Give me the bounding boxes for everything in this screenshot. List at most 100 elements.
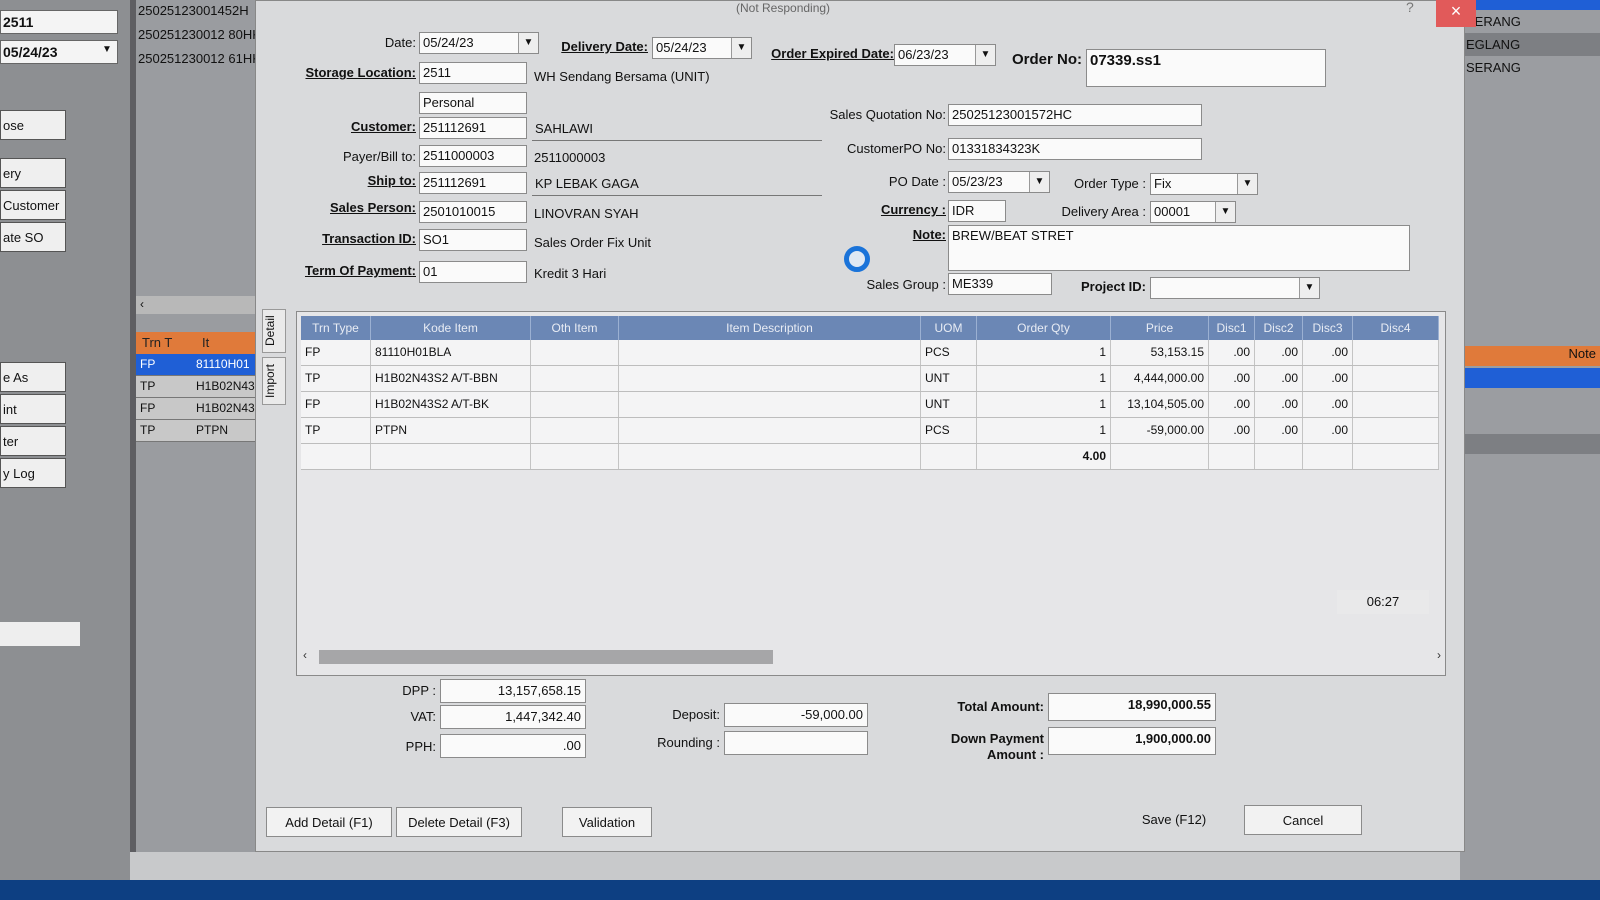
bg-customer-button[interactable]: Customer bbox=[0, 190, 66, 220]
bg-filter-button[interactable]: ter bbox=[0, 426, 66, 456]
chevron-down-icon[interactable]: ▼ bbox=[1215, 202, 1235, 222]
column-header[interactable]: Disc3 bbox=[1303, 316, 1353, 340]
cell[interactable]: .00 bbox=[1209, 366, 1255, 391]
sales-person-field[interactable]: 2501010015 bbox=[419, 201, 527, 223]
table-row[interactable]: TP PTPN bbox=[136, 420, 260, 442]
order-no-field[interactable]: 07339.ss1 bbox=[1086, 49, 1326, 87]
customer-field[interactable]: 251112691 bbox=[419, 117, 527, 139]
table-row[interactable]: TP H1B02N43 bbox=[136, 376, 260, 398]
table-row[interactable]: FP H1B02N43S2 A/T-BK UNT 1 13,104,505.00… bbox=[301, 392, 1439, 418]
cancel-button[interactable]: Cancel bbox=[1244, 805, 1362, 835]
chevron-down-icon[interactable]: ▼ bbox=[518, 33, 538, 53]
cell[interactable]: PTPN bbox=[371, 418, 531, 443]
cell[interactable] bbox=[1353, 418, 1439, 443]
cell[interactable] bbox=[619, 366, 921, 391]
table-row[interactable]: TP H1B02N43S2 A/T-BBN UNT 1 4,444,000.00… bbox=[301, 366, 1439, 392]
close-icon[interactable]: × bbox=[1436, 0, 1476, 27]
down-payment-field[interactable]: 1,900,000.00 bbox=[1048, 727, 1216, 755]
cell[interactable]: 1 bbox=[977, 366, 1111, 391]
bg-input-box[interactable] bbox=[0, 622, 80, 646]
cell[interactable]: H1B02N43S2 A/T-BBN bbox=[371, 366, 531, 391]
save-button[interactable]: Save (F12) bbox=[1114, 805, 1234, 835]
column-header[interactable]: Order Qty bbox=[977, 316, 1111, 340]
chevron-down-icon[interactable]: ▼ bbox=[731, 38, 751, 58]
validation-button[interactable]: Validation bbox=[562, 807, 652, 837]
cell[interactable]: .00 bbox=[1255, 392, 1303, 417]
bg-save-as-button[interactable]: e As bbox=[0, 362, 66, 392]
list-item[interactable]: EGLANG bbox=[1460, 33, 1600, 56]
list-item[interactable]: SERANG bbox=[1460, 10, 1600, 33]
column-header[interactable]: Item Description bbox=[619, 316, 921, 340]
cell[interactable]: .00 bbox=[1303, 340, 1353, 365]
tab-import[interactable]: Import bbox=[262, 357, 286, 405]
cell[interactable]: UNT bbox=[921, 392, 977, 417]
chevron-left-icon[interactable]: ‹ bbox=[136, 297, 144, 311]
bg-print-button[interactable]: int bbox=[0, 394, 66, 424]
cell[interactable]: 13,104,505.00 bbox=[1111, 392, 1209, 417]
delivery-area-select[interactable]: 00001 ▼ bbox=[1150, 201, 1236, 223]
chevron-down-icon[interactable]: ▼ bbox=[99, 44, 115, 60]
column-header[interactable]: Disc4 bbox=[1353, 316, 1439, 340]
cell[interactable]: .00 bbox=[1255, 418, 1303, 443]
payer-field[interactable]: 2511000003 bbox=[419, 145, 527, 167]
bg-storage-field[interactable]: 2511 bbox=[0, 10, 118, 34]
bg-selected-row[interactable] bbox=[1460, 368, 1600, 388]
cell[interactable]: TP bbox=[301, 366, 371, 391]
list-item[interactable]: 25025123001452H bbox=[136, 0, 260, 24]
cell[interactable]: TP bbox=[301, 418, 371, 443]
cell[interactable]: .00 bbox=[1303, 418, 1353, 443]
cell[interactable]: .00 bbox=[1303, 366, 1353, 391]
cell[interactable] bbox=[1353, 340, 1439, 365]
cell[interactable] bbox=[531, 340, 619, 365]
bg-query-button[interactable]: ery bbox=[0, 158, 66, 188]
cell[interactable] bbox=[619, 340, 921, 365]
cell[interactable]: .00 bbox=[1209, 392, 1255, 417]
cell[interactable]: PCS bbox=[921, 340, 977, 365]
customer-po-field[interactable]: 01331834323K bbox=[948, 138, 1202, 160]
cell[interactable]: 81110H01BLA bbox=[371, 340, 531, 365]
chevron-down-icon[interactable]: ▼ bbox=[1237, 174, 1257, 194]
cell[interactable]: H1B02N43S2 A/T-BK bbox=[371, 392, 531, 417]
cell[interactable] bbox=[531, 392, 619, 417]
cell[interactable]: .00 bbox=[1255, 340, 1303, 365]
column-header[interactable]: Disc2 bbox=[1255, 316, 1303, 340]
order-expired-field[interactable]: 06/23/23 ▼ bbox=[894, 44, 996, 66]
horizontal-scrollbar[interactable]: ‹ › bbox=[303, 648, 1441, 666]
chevron-down-icon[interactable]: ▼ bbox=[1299, 278, 1319, 298]
cell[interactable] bbox=[1353, 366, 1439, 391]
po-date-field[interactable]: 05/23/23 ▼ bbox=[948, 171, 1050, 193]
table-row[interactable]: FP H1B02N43 bbox=[136, 398, 260, 420]
currency-field[interactable]: IDR bbox=[948, 200, 1006, 222]
bg-row[interactable] bbox=[1460, 434, 1600, 454]
cell[interactable]: FP bbox=[301, 392, 371, 417]
cell[interactable]: .00 bbox=[1303, 392, 1353, 417]
cell[interactable]: 1 bbox=[977, 418, 1111, 443]
cell[interactable]: UNT bbox=[921, 366, 977, 391]
storage-field[interactable]: 2511 bbox=[419, 62, 527, 84]
cell[interactable] bbox=[619, 418, 921, 443]
cell[interactable]: .00 bbox=[1209, 340, 1255, 365]
cell[interactable] bbox=[619, 392, 921, 417]
chevron-down-icon[interactable]: ▼ bbox=[975, 45, 995, 65]
bg-date-field[interactable]: 05/24/23 ▼ bbox=[0, 40, 118, 64]
project-id-select[interactable]: ▼ bbox=[1150, 277, 1320, 299]
cell[interactable]: 53,153.15 bbox=[1111, 340, 1209, 365]
cell[interactable]: FP bbox=[301, 340, 371, 365]
delivery-date-field[interactable]: 05/24/23 ▼ bbox=[652, 37, 752, 59]
cell[interactable]: PCS bbox=[921, 418, 977, 443]
sales-quotation-field[interactable]: 25025123001572HC bbox=[948, 104, 1202, 126]
order-type-select[interactable]: Fix ▼ bbox=[1150, 173, 1258, 195]
rounding-field[interactable] bbox=[724, 731, 868, 755]
bg-create-so-button[interactable]: ate SO bbox=[0, 222, 66, 252]
column-header[interactable]: Disc1 bbox=[1209, 316, 1255, 340]
cell[interactable]: 1 bbox=[977, 340, 1111, 365]
help-icon[interactable]: ? bbox=[1406, 0, 1414, 15]
column-header[interactable]: UOM bbox=[921, 316, 977, 340]
list-item[interactable]: SERANG bbox=[1460, 56, 1600, 79]
column-header[interactable]: Oth Item bbox=[531, 316, 619, 340]
date-field[interactable]: 05/24/23 ▼ bbox=[419, 32, 539, 54]
list-item[interactable]: 250251230012 80HK bbox=[136, 24, 260, 48]
cell[interactable]: .00 bbox=[1209, 418, 1255, 443]
add-detail-button[interactable]: Add Detail (F1) bbox=[266, 807, 392, 837]
table-row[interactable]: FP 81110H01 bbox=[136, 354, 260, 376]
